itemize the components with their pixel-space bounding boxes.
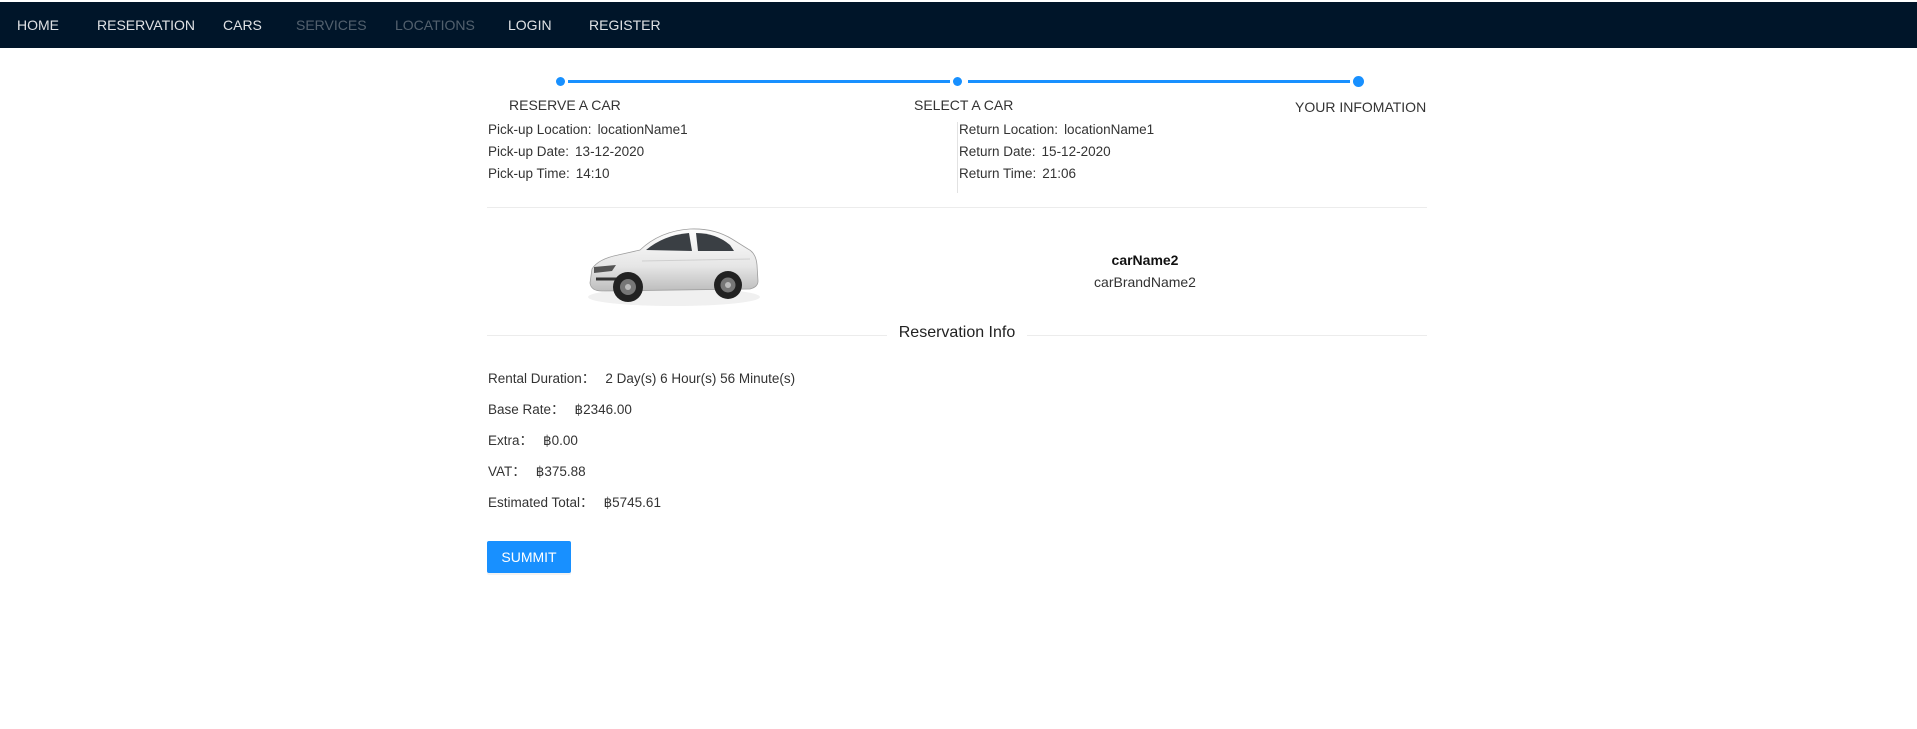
rental-duration-label: Rental Duration：	[488, 371, 596, 386]
car-brand: carBrandName2	[1094, 274, 1196, 290]
car-name: carName2	[1111, 252, 1179, 268]
step-label-information: YOUR INFOMATION	[1295, 99, 1427, 115]
extra-label: Extra：	[488, 433, 534, 448]
base-rate-row: Base Rate： ฿2346.00	[488, 398, 632, 418]
extra-row: Extra： ฿0.00	[488, 429, 578, 449]
nav-services[interactable]: SERVICES	[296, 2, 367, 48]
pickup-location-value: locationName1	[597, 122, 688, 137]
estimated-total-row: Estimated Total： ฿5745.61	[488, 491, 661, 511]
return-date-row: Return Date: 15-12-2020	[959, 144, 1111, 159]
return-time-value: 21:06	[1042, 166, 1077, 181]
estimated-total-label: Estimated Total：	[488, 495, 594, 510]
extra-value: ฿0.00	[543, 433, 578, 448]
step-dot-3	[1353, 76, 1364, 87]
nav-login[interactable]: LOGIN	[508, 2, 552, 48]
vat-value: ฿375.88	[535, 464, 586, 479]
pickup-location-row: Pick-up Location: locationName1	[488, 122, 688, 137]
return-date-value: 15-12-2020	[1041, 144, 1111, 159]
vat-label: VAT：	[488, 464, 526, 479]
pickup-time-row: Pick-up Time: 14:10	[488, 166, 610, 181]
nav-home[interactable]: HOME	[17, 2, 59, 48]
reservation-info-title: Reservation Info	[887, 324, 1027, 342]
step-dot-1	[556, 77, 565, 86]
pickup-date-row: Pick-up Date: 13-12-2020	[488, 144, 644, 159]
rental-duration-value: 2 Day(s) 6 Hour(s) 56 Minute(s)	[605, 371, 796, 386]
return-date-label: Return Date:	[959, 144, 1036, 159]
step-connector-2	[968, 80, 1350, 83]
pickup-date-label: Pick-up Date:	[488, 144, 570, 159]
step-label-reserve: RESERVE A CAR	[509, 97, 621, 113]
step-connector-1	[568, 80, 950, 83]
step-dot-2	[953, 77, 962, 86]
nav-register[interactable]: REGISTER	[589, 2, 661, 48]
details-horizontal-divider	[487, 207, 1427, 208]
pickup-location-label: Pick-up Location:	[488, 122, 592, 137]
step-label-select: SELECT A CAR	[914, 97, 1014, 113]
vat-row: VAT： ฿375.88	[488, 460, 586, 480]
pickup-date-value: 13-12-2020	[575, 144, 645, 159]
return-location-label: Return Location:	[959, 122, 1059, 137]
estimated-total-value: ฿5745.61	[603, 495, 661, 510]
nav-cars[interactable]: CARS	[223, 2, 262, 48]
rental-duration-row: Rental Duration： 2 Day(s) 6 Hour(s) 56 Mi…	[488, 367, 795, 387]
return-location-row: Return Location: locationName1	[959, 122, 1154, 137]
return-location-value: locationName1	[1064, 122, 1155, 137]
details-vertical-divider	[957, 122, 958, 193]
return-time-row: Return Time: 21:06	[959, 166, 1076, 181]
top-navigation-bar: HOME RESERVATION CARS SERVICES LOCATIONS…	[0, 2, 1917, 48]
pickup-time-value: 14:10	[575, 166, 610, 181]
base-rate-label: Base Rate：	[488, 402, 565, 417]
car-photo-icon	[588, 228, 760, 306]
return-time-label: Return Time:	[959, 166, 1037, 181]
submit-button[interactable]: SUMMIT	[487, 541, 571, 573]
nav-reservation[interactable]: RESERVATION	[97, 2, 195, 48]
pickup-time-label: Pick-up Time:	[488, 166, 570, 181]
nav-locations[interactable]: LOCATIONS	[395, 2, 475, 48]
base-rate-value: ฿2346.00	[574, 402, 632, 417]
